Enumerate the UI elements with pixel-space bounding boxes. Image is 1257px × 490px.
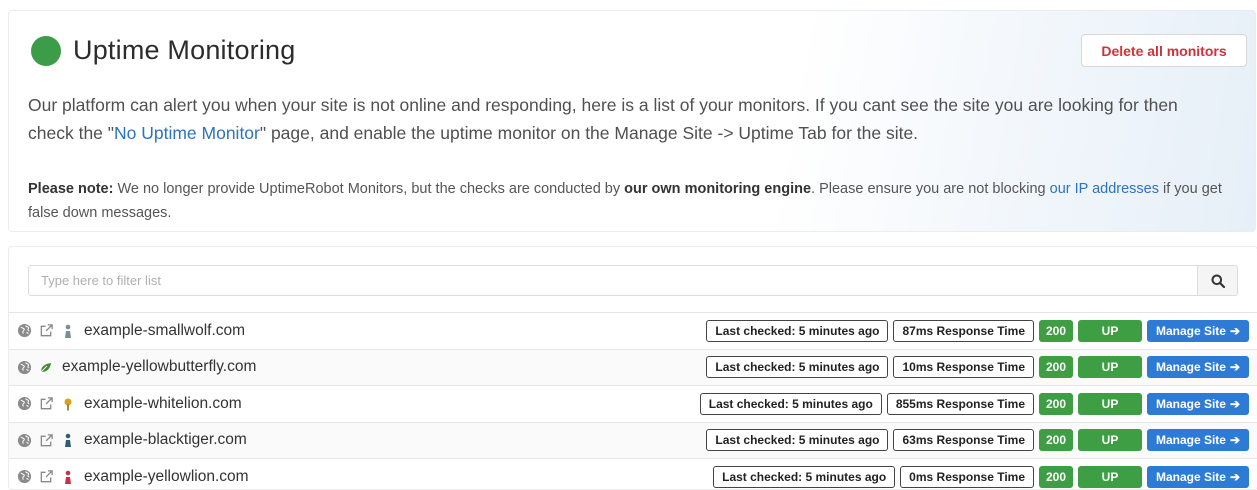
leaf-icon [38, 359, 54, 375]
globe-icon[interactable] [16, 469, 32, 485]
monitor-domain: example-smallwolf.com [84, 321, 246, 339]
up-status-badge: UP [1078, 465, 1142, 488]
row-badges: Last checked: 5 minutes ago 10ms Response… [701, 350, 1249, 386]
response-time-badge: 63ms Response Time [893, 429, 1034, 452]
row-badges: Last checked: 5 minutes ago 855ms Respons… [695, 386, 1249, 422]
external-link-icon[interactable] [38, 432, 54, 448]
search-icon [1211, 274, 1225, 288]
response-time-badge: 10ms Response Time [893, 356, 1034, 379]
row-icons: example-yellowbutterfly.com [16, 350, 256, 386]
external-link-icon[interactable] [38, 396, 54, 412]
status-code-badge: 200 [1039, 465, 1073, 488]
pin-icon [60, 396, 76, 412]
response-time-badge: 855ms Response Time [886, 392, 1034, 415]
response-time-badge: 0ms Response Time [900, 465, 1034, 488]
table-row: example-yellowlion.com Last checked: 5 mi… [9, 458, 1257, 490]
external-link-icon[interactable] [38, 323, 54, 339]
globe-icon[interactable] [16, 359, 32, 375]
no-uptime-monitor-link[interactable]: No Uptime Monitor [114, 123, 260, 143]
up-status-badge: UP [1078, 392, 1142, 415]
arrow-right-icon: ➔ [1229, 469, 1241, 484]
manage-site-button[interactable]: Manage Site ➔ [1147, 392, 1249, 415]
response-time-badge: 87ms Response Time [893, 319, 1034, 342]
monitor-domain: example-yellowbutterfly.com [62, 358, 257, 376]
manage-site-button[interactable]: Manage Site ➔ [1147, 429, 1249, 452]
last-checked-badge: Last checked: 5 minutes ago [706, 429, 889, 452]
last-checked-badge: Last checked: 5 minutes ago [713, 465, 896, 488]
note-text: Please note: We no longer provide Uptime… [28, 181, 1222, 221]
person-icon [60, 432, 76, 448]
globe-icon[interactable] [16, 396, 32, 412]
last-checked-badge: Last checked: 5 minutes ago [699, 392, 882, 415]
row-badges: Last checked: 5 minutes ago 63ms Response… [701, 423, 1249, 459]
globe-icon[interactable] [16, 432, 32, 448]
last-checked-badge: Last checked: 5 minutes ago [706, 356, 889, 379]
search-button[interactable] [1198, 265, 1238, 296]
person-icon [60, 323, 76, 339]
manage-site-button[interactable]: Manage Site ➔ [1147, 356, 1249, 379]
row-icons: example-yellowlion.com [16, 459, 249, 490]
monitor-domain: example-whitelion.com [84, 394, 242, 412]
arrow-right-icon: ➔ [1229, 360, 1241, 375]
status-code-badge: 200 [1039, 356, 1073, 379]
status-indicator-dot [31, 35, 61, 66]
up-status-badge: UP [1078, 356, 1142, 379]
monitor-domain: example-blacktiger.com [84, 431, 247, 449]
table-row: example-whitelion.com Last checked: 5 min… [9, 385, 1257, 422]
row-icons: example-blacktiger.com [16, 423, 247, 459]
title-row: Uptime Monitoring [31, 35, 296, 66]
table-row: example-blacktiger.com Last checked: 5 mi… [9, 421, 1257, 459]
up-status-badge: UP [1078, 319, 1142, 342]
external-link-icon[interactable] [38, 469, 54, 485]
person-icon [60, 469, 76, 485]
table-row: example-yellowbutterfly.com Last checked:… [9, 348, 1257, 386]
arrow-right-icon: ➔ [1229, 396, 1241, 411]
status-code-badge: 200 [1039, 392, 1073, 415]
status-code-badge: 200 [1039, 319, 1073, 342]
ip-addresses-link[interactable]: our IP addresses [1050, 181, 1159, 197]
delete-all-monitors-button[interactable]: Delete all monitors [1081, 34, 1247, 67]
page-title: Uptime Monitoring [73, 35, 296, 65]
row-badges: Last checked: 5 minutes ago 87ms Response… [701, 313, 1249, 349]
status-code-badge: 200 [1039, 429, 1073, 452]
row-icons: example-whitelion.com [16, 386, 242, 422]
row-icons: example-smallwolf.com [16, 313, 245, 349]
globe-icon[interactable] [16, 323, 32, 339]
uptime-header-card: Uptime Monitoring Delete all monitors Ou… [8, 10, 1256, 232]
arrow-right-icon: ➔ [1229, 323, 1241, 338]
monitor-rows: example-smallwolf.com Last checked: 5 min… [9, 312, 1257, 490]
filter-input[interactable] [28, 265, 1198, 296]
row-badges: Last checked: 5 minutes ago 0ms Response … [708, 459, 1249, 490]
monitor-domain: example-yellowlion.com [84, 467, 249, 485]
last-checked-badge: Last checked: 5 minutes ago [706, 319, 889, 342]
monitor-list-card: example-smallwolf.com Last checked: 5 min… [8, 246, 1257, 490]
arrow-right-icon: ➔ [1229, 433, 1241, 448]
manage-site-button[interactable]: Manage Site ➔ [1147, 319, 1249, 342]
intro-text: Our platform can alert you when your sit… [28, 95, 1178, 143]
up-status-badge: UP [1078, 429, 1142, 452]
manage-site-button[interactable]: Manage Site ➔ [1147, 465, 1249, 488]
table-row: example-smallwolf.com Last checked: 5 min… [9, 312, 1257, 349]
